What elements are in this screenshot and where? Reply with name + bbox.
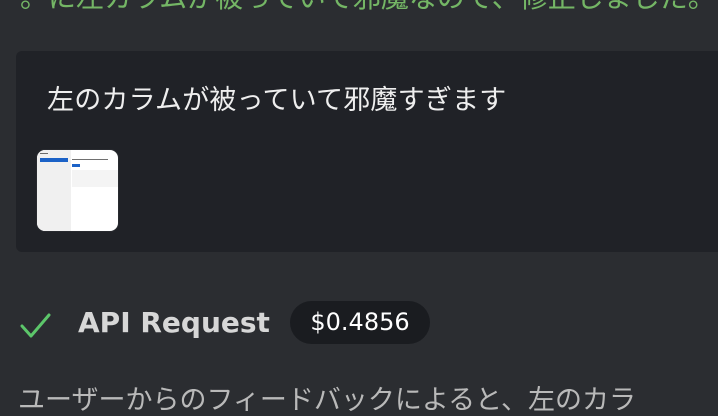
user-message-text: 左のカラムが被っていて邪魔すぎます	[47, 85, 507, 116]
thumbnail-sidebar	[37, 150, 71, 231]
thumbnail-blue-mark	[72, 164, 80, 167]
attached-screenshot-thumbnail[interactable]	[37, 150, 118, 231]
check-icon	[20, 313, 51, 338]
api-request-title: API Request	[78, 306, 270, 339]
user-message-card: 左のカラムが被っていて邪魔すぎます	[16, 51, 718, 252]
thumbnail-header-area	[72, 170, 118, 187]
thumbnail-blue-tab	[40, 158, 68, 162]
api-request-row: API Request $0.4856	[18, 300, 718, 346]
bottom-fragment: ユーザーからのフィードバックによると、左のカラ	[18, 386, 637, 416]
top-fragment: 。に左カラムが被っていて邪魔なので、修正しました。	[20, 0, 718, 12]
api-cost-badge: $0.4856	[290, 301, 430, 344]
thumbnail-text-line	[72, 159, 108, 160]
thumbnail-top-line	[40, 153, 48, 154]
